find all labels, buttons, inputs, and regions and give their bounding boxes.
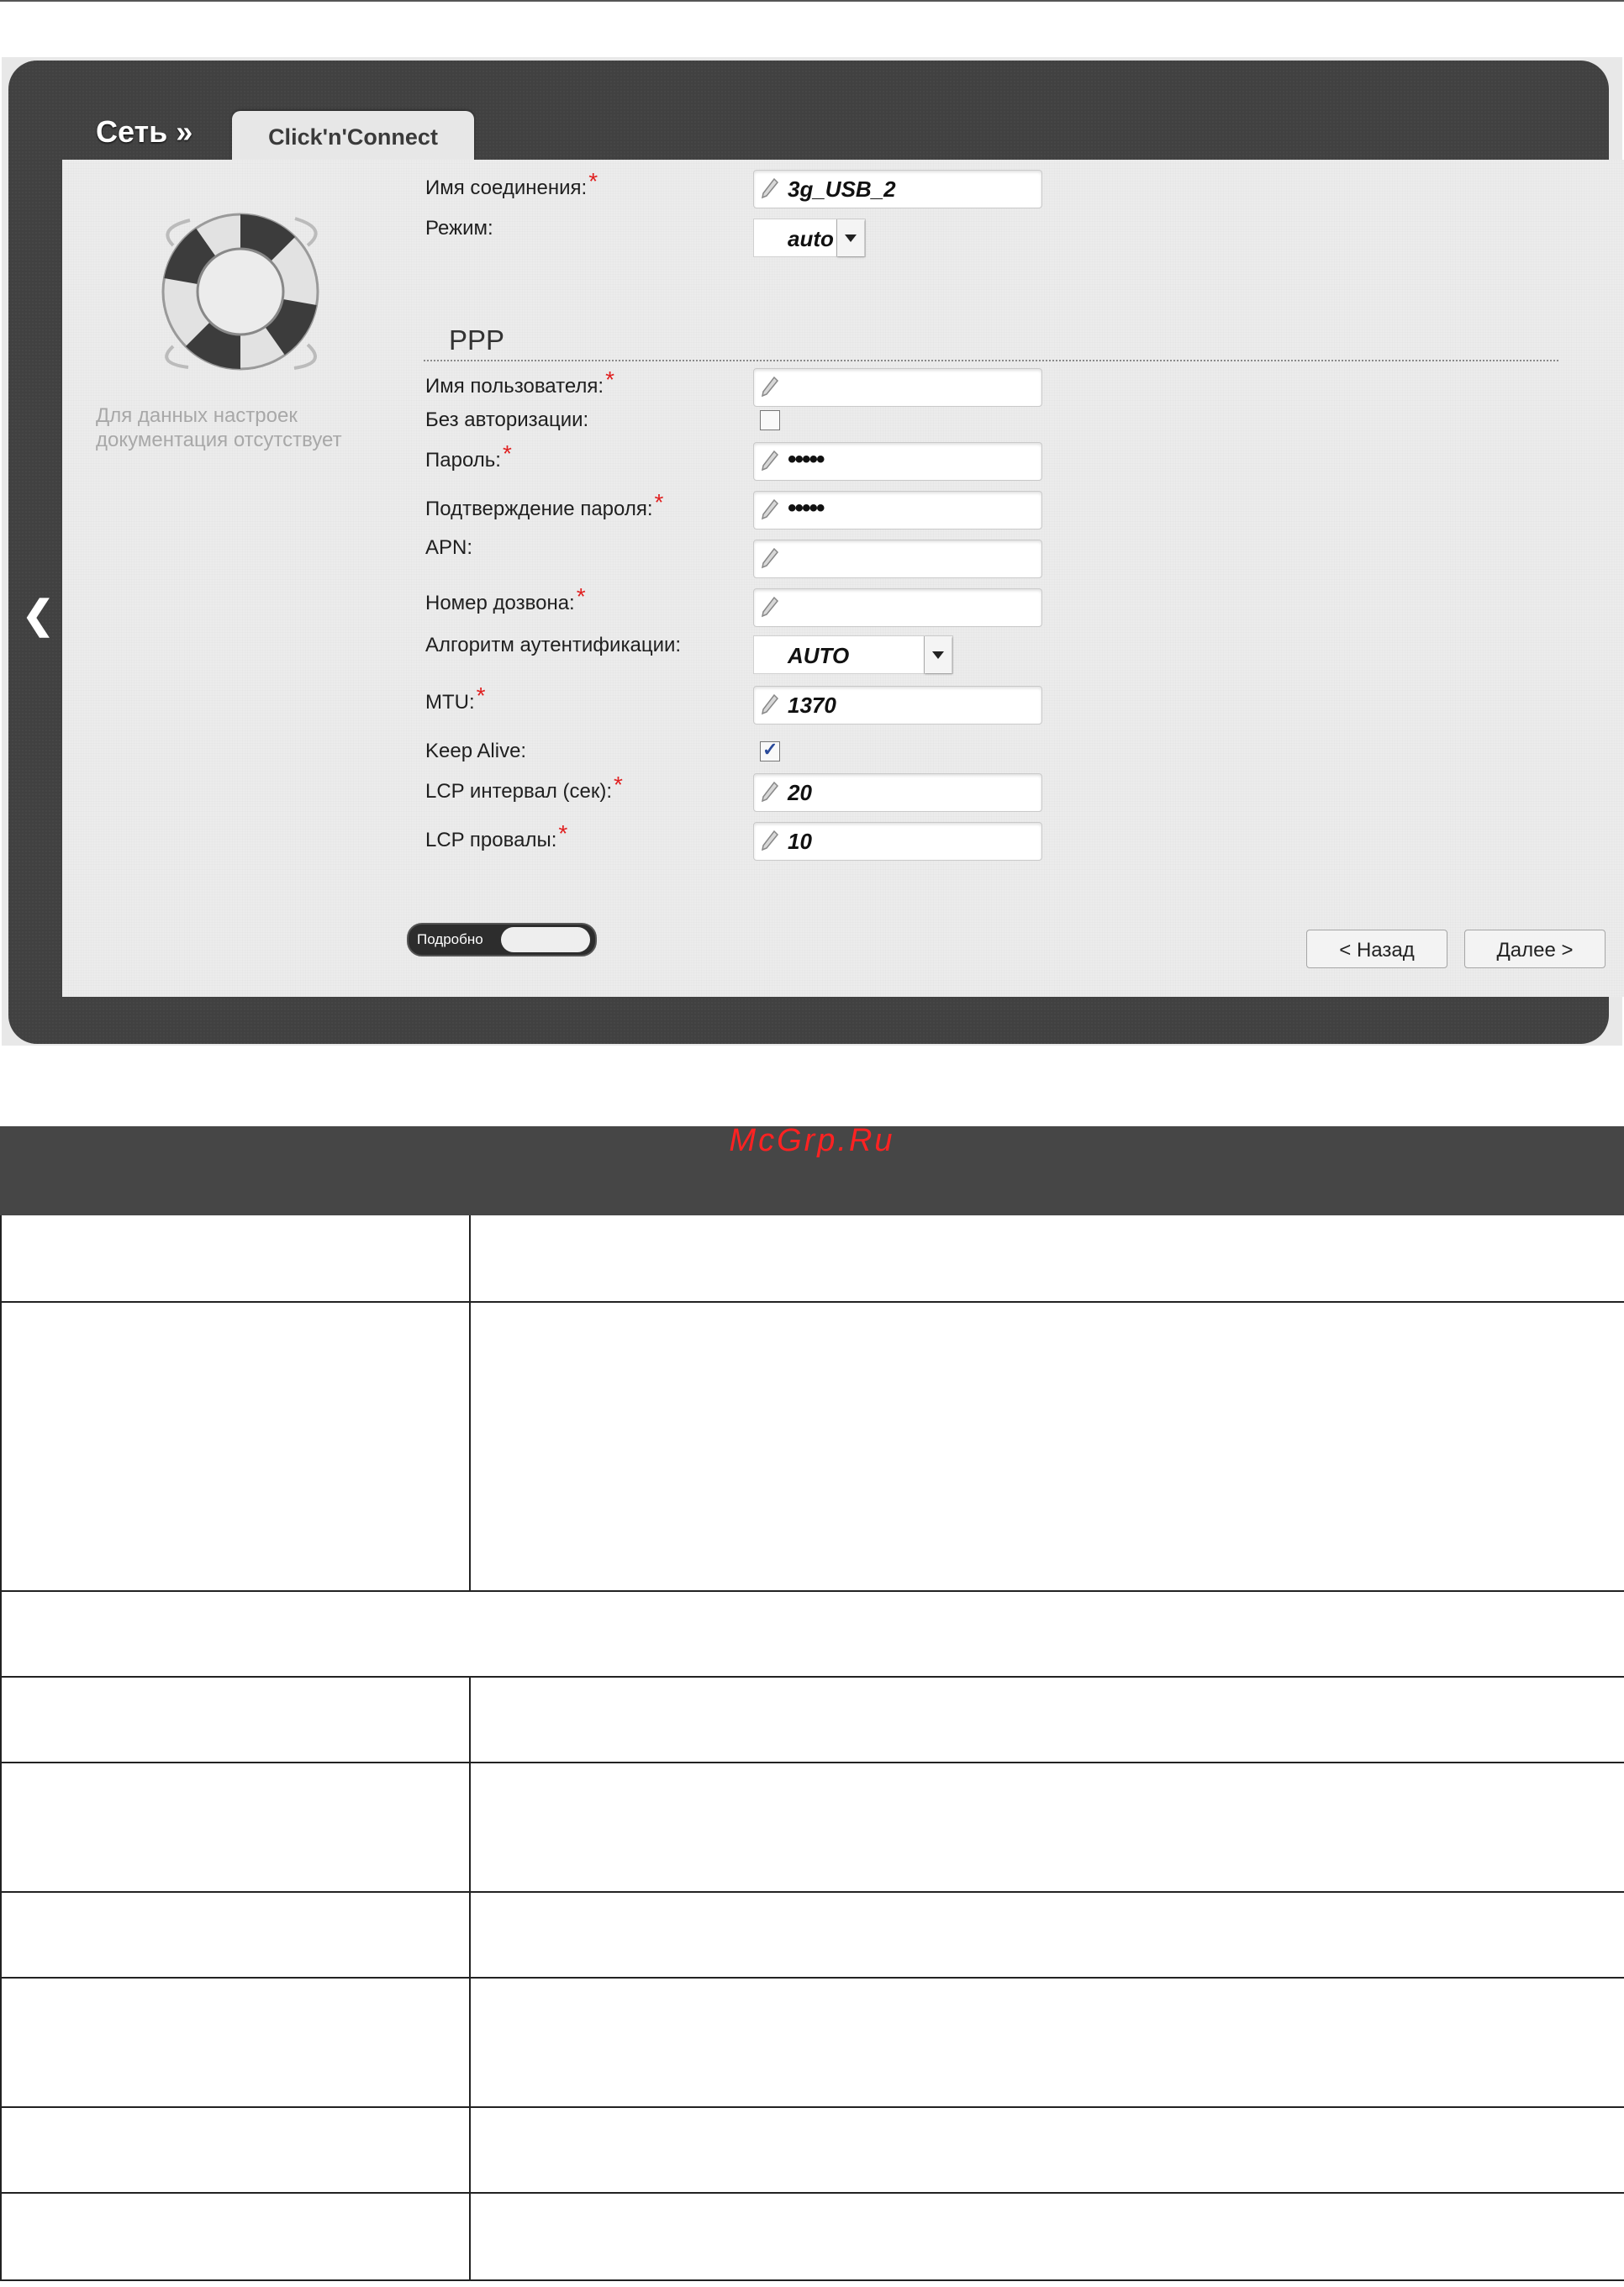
content-panel: Для данных настроек документация отсутст… (62, 160, 1624, 997)
table-row (0, 1590, 1624, 1678)
keep-alive-checkbox[interactable] (760, 739, 780, 761)
keep-alive-label: Keep Alive: (425, 740, 527, 762)
table-row (0, 1891, 1624, 1979)
lcp-interval-input[interactable]: 20 (753, 773, 1042, 812)
table-row (0, 1977, 1624, 2108)
next-button[interactable]: Далее > (1464, 930, 1606, 968)
section-divider (424, 360, 1558, 361)
pencil-icon (761, 596, 779, 618)
apn-label: APN: (425, 536, 473, 559)
password-label: Пароль:* (425, 440, 512, 472)
pencil-icon (761, 498, 779, 520)
mode-value: auto (788, 226, 834, 251)
dial-number-label: Номер дозвона:* (425, 583, 586, 614)
password-confirm-value: ••••• (788, 494, 825, 522)
mtu-value: 1370 (788, 693, 836, 718)
no-auth-checkbox[interactable] (760, 410, 780, 430)
table-cell (2, 1762, 471, 1891)
table-cell (2, 1215, 471, 1301)
lcp-interval-value: 20 (788, 780, 812, 805)
table-row (0, 1676, 1624, 1763)
breadcrumb[interactable]: Сеть » (96, 114, 192, 150)
table-cell (2, 1590, 1624, 1676)
pencil-icon (761, 693, 779, 715)
table-row (0, 1762, 1624, 1893)
password-confirm-input[interactable]: ••••• (753, 491, 1042, 530)
table-row (0, 2106, 1624, 2194)
chevron-left-icon[interactable]: ❮ (22, 595, 55, 634)
pencil-icon (761, 547, 779, 569)
table-cell (2, 2106, 471, 2192)
password-value: ••••• (788, 445, 825, 473)
pencil-icon (761, 830, 779, 851)
details-toggle-knob (501, 927, 590, 952)
lcp-interval-label: LCP интервал (сек):* (425, 772, 623, 803)
username-input[interactable] (753, 368, 1042, 407)
pencil-icon (761, 376, 779, 398)
lifebuoy-icon (161, 213, 319, 371)
lcp-failures-value: 10 (788, 829, 812, 854)
table-cell (2, 1891, 471, 1977)
username-label: Имя пользователя:* (425, 366, 614, 398)
watermark: McGrp.Ru (729, 1123, 895, 1158)
no-auth-label: Без авторизации: (425, 408, 589, 431)
table-cell (2, 1301, 471, 1590)
table-row (0, 2192, 1624, 2281)
lcp-failures-label: LCP провалы:* (425, 820, 568, 851)
password-input[interactable]: ••••• (753, 442, 1042, 481)
apn-input[interactable] (753, 540, 1042, 578)
mode-label: Режим: (425, 217, 493, 240)
pencil-icon (761, 177, 779, 199)
mode-select[interactable]: auto (753, 219, 866, 257)
dial-number-input[interactable] (753, 588, 1042, 627)
table-row (0, 1215, 1624, 1303)
table-cell (2, 1977, 471, 2106)
table-cell (2, 2192, 471, 2279)
auth-algorithm-label: Алгоритм аутентификации: (425, 634, 682, 656)
router-ui-screenshot: Сеть » Click'n'Connect ❮ Для данных наст… (2, 57, 1624, 1046)
top-rule (0, 0, 1624, 2)
lcp-failures-input[interactable]: 10 (753, 822, 1042, 861)
dark-panel: Сеть » Click'n'Connect ❮ Для данных наст… (8, 61, 1624, 1044)
connection-name-label: Имя соединения:* (425, 168, 598, 199)
connection-name-value: 3g_USB_2 (788, 177, 896, 202)
connection-name-input[interactable]: 3g_USB_2 (753, 170, 1042, 208)
tab-label: Click'n'Connect (268, 124, 438, 150)
pencil-icon (761, 781, 779, 803)
details-toggle[interactable]: Подробно (407, 923, 597, 956)
table-row (0, 1301, 1624, 1592)
details-toggle-label: Подробно (417, 931, 483, 947)
tab-click-n-connect[interactable]: Click'n'Connect (232, 111, 474, 161)
mtu-input[interactable]: 1370 (753, 686, 1042, 725)
auth-algorithm-value: AUTO (788, 643, 850, 668)
back-button[interactable]: < Назад (1306, 930, 1447, 968)
pencil-icon (761, 450, 779, 472)
auth-algorithm-select[interactable]: AUTO (753, 635, 953, 674)
caret-down-icon[interactable] (836, 219, 864, 256)
section-title-ppp: PPP (449, 324, 505, 356)
side-note: Для данных настроек документация отсутст… (96, 404, 342, 451)
caret-down-icon[interactable] (924, 636, 952, 673)
mtu-label: MTU:* (425, 682, 486, 714)
password-confirm-label: Подтверждение пароля:* (425, 489, 664, 520)
table-cell (2, 1676, 471, 1762)
